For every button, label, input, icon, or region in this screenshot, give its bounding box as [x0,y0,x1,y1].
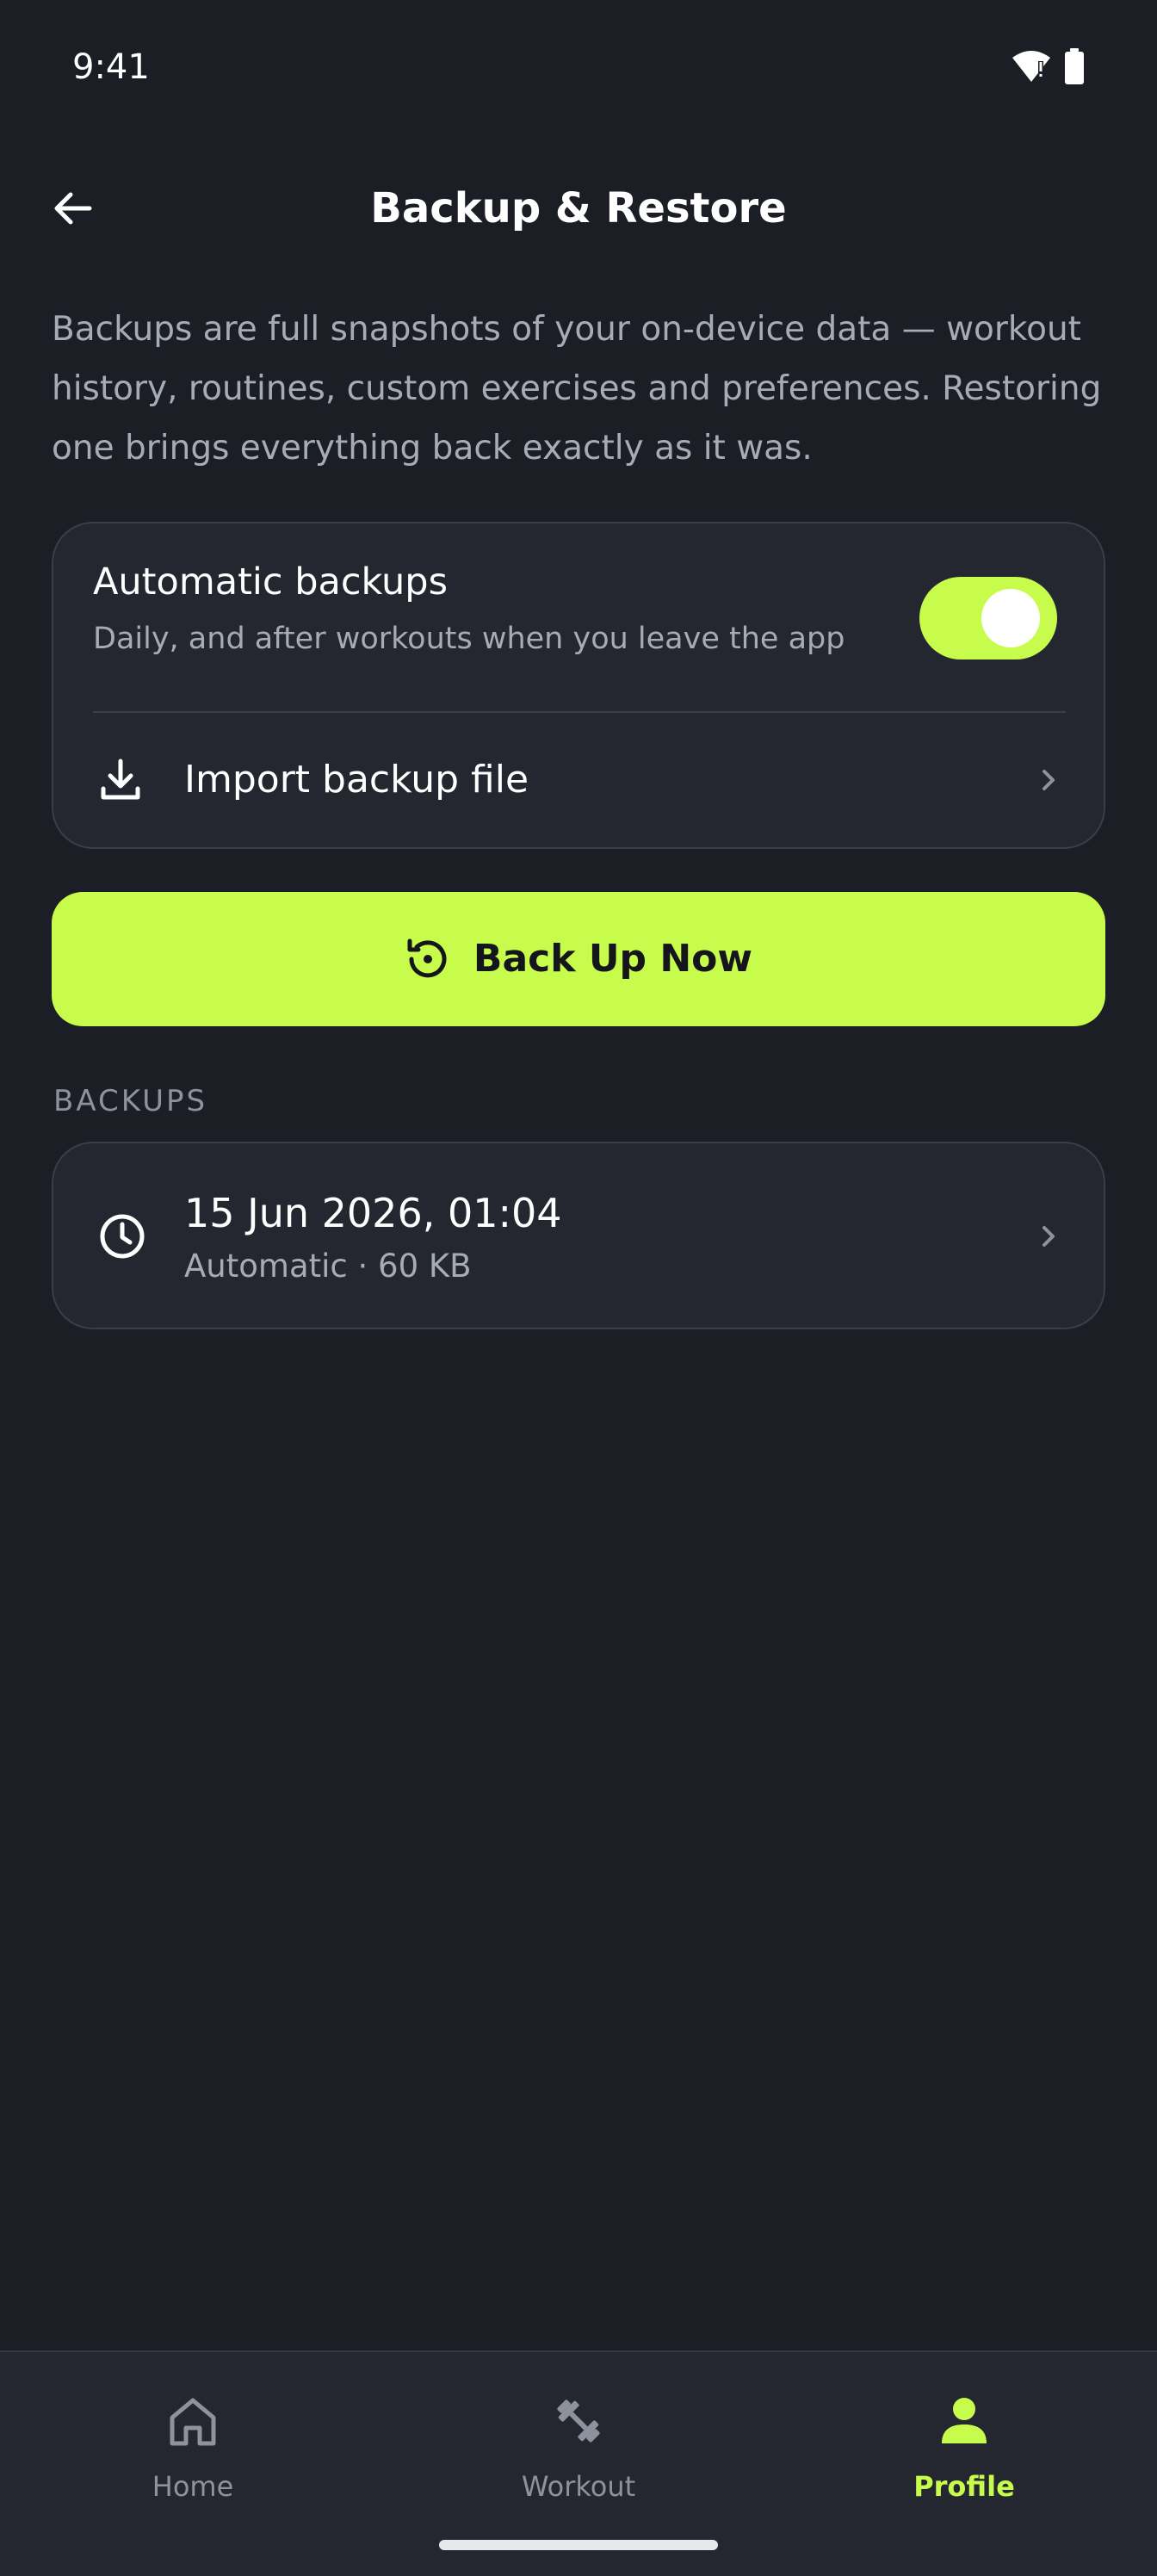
nav-item-profile[interactable]: Profile [835,2378,1093,2524]
clock-icon [100,1214,145,1259]
backups-section-label: BACKUPS [53,1084,208,1118]
home-indicator[interactable] [439,2540,718,2550]
restore-clock-icon [407,938,447,978]
backup-meta: Automatic · 60 KB [184,1248,472,1285]
import-backup-label: Import backup file [184,758,529,802]
chevron-right-icon [1043,1226,1055,1247]
card-divider [93,711,1066,713]
automatic-backups-title: Automatic backups [93,560,449,604]
nav-label-workout: Workout [521,2470,636,2503]
nav-item-home[interactable]: Home [64,2378,322,2524]
dumbbell-icon [557,2400,600,2443]
backup-settings-card: Automatic backups Daily, and after worko… [52,522,1105,849]
nav-item-workout[interactable]: Workout [449,2378,708,2524]
import-backup-row[interactable]: Import backup file [53,715,1104,847]
automatic-backups-subtitle: Daily, and after workouts when you leave… [93,622,845,656]
back-up-now-button[interactable]: Back Up Now [52,892,1105,1026]
backup-list-item[interactable]: 15 Jun 2026, 01:04 Automatic · 60 KB [52,1142,1105,1329]
wifi-alert-icon [1011,49,1052,87]
battery-icon [1064,48,1085,88]
nav-label-profile: Profile [913,2470,1015,2503]
toggle-knob [981,589,1040,647]
home-icon [170,2398,216,2446]
page-title: Backup & Restore [370,184,787,232]
download-icon [101,759,140,800]
backup-date: 15 Jun 2026, 01:04 [184,1190,562,1236]
status-time: 9:41 [72,47,150,87]
chevron-right-icon [1043,770,1055,790]
nav-label-home: Home [152,2470,234,2503]
automatic-backups-toggle[interactable] [919,577,1057,659]
back-up-now-label: Back Up Now [473,937,753,981]
status-bar: 9:41 [0,0,1157,129]
status-icons [1011,48,1085,88]
person-icon [942,2398,987,2443]
description-text: Backups are full snapshots of your on-de… [52,310,1102,468]
backup-restore-screen: 9:41 Backup & Restore Backups are full s… [0,0,1157,2576]
